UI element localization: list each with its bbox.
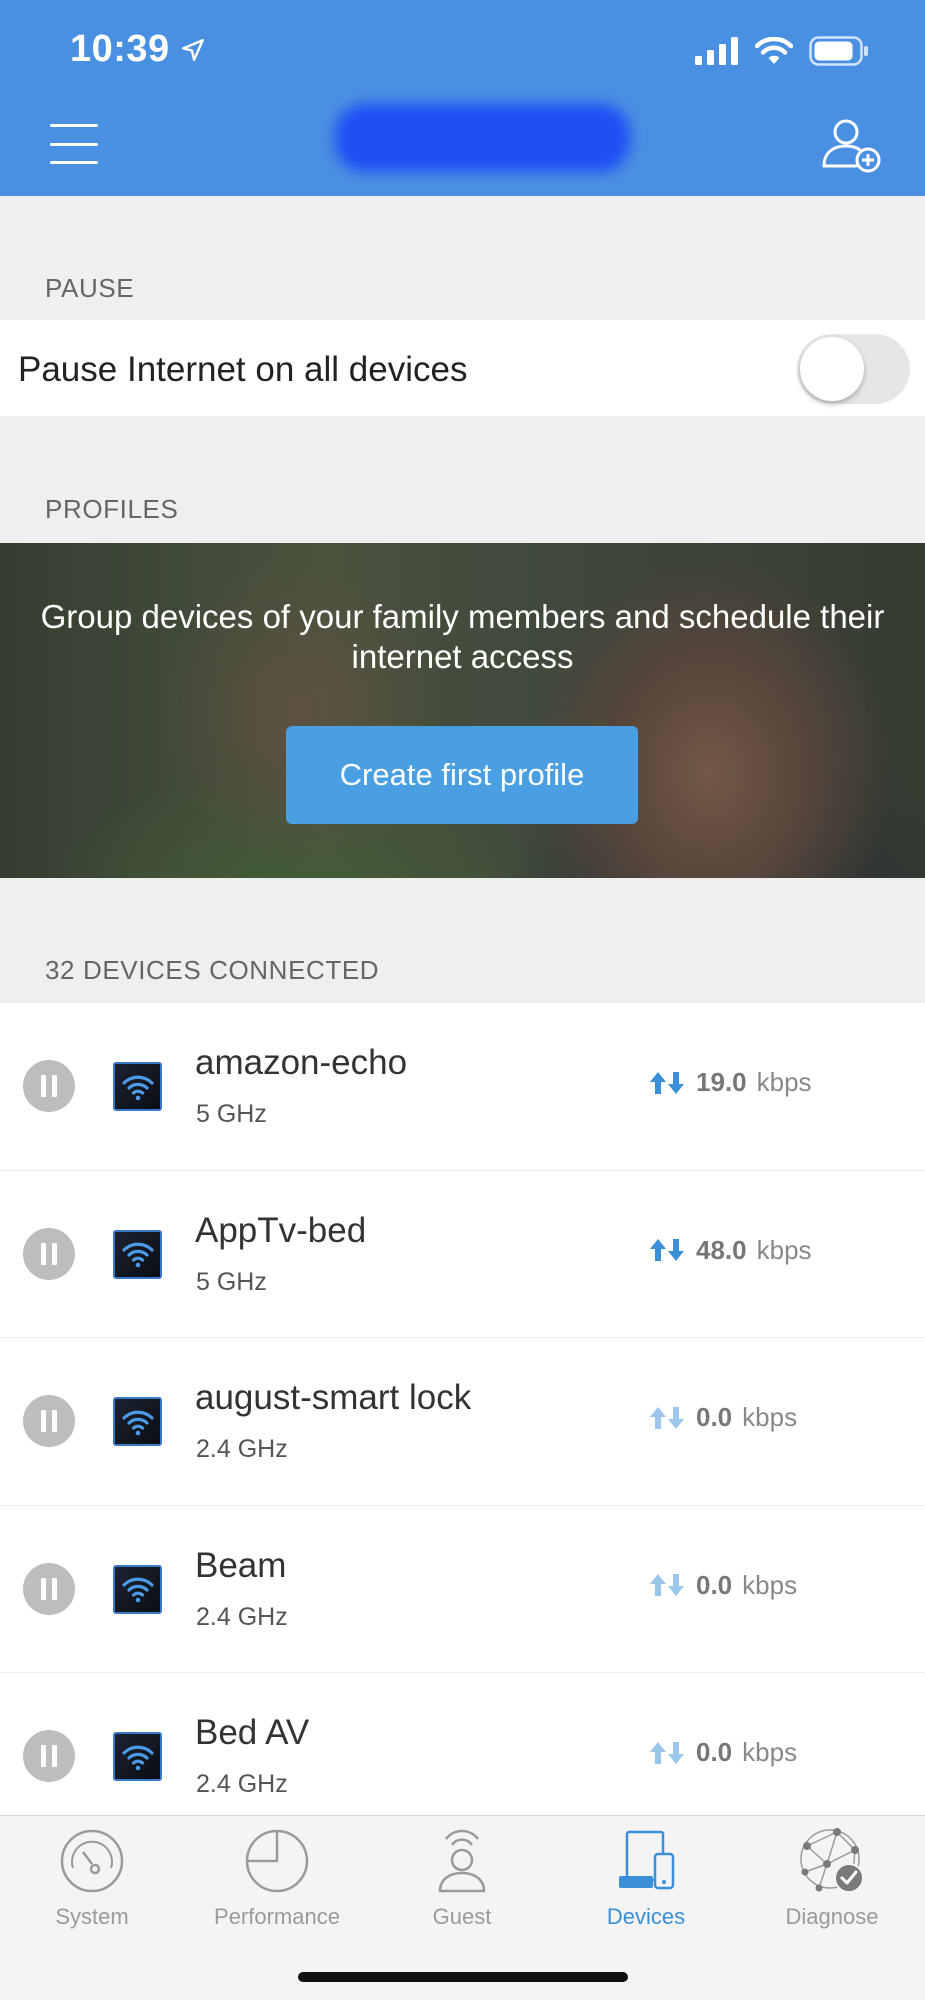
device-row[interactable]: august-smart lock 2.4 GHz 0.0 kbps	[0, 1338, 925, 1506]
tab-guest-label: Guest	[432, 1904, 492, 1929]
device-band: 2.4 GHz	[196, 1770, 288, 1798]
device-row[interactable]: amazon-echo 5 GHz 19.0 kbps	[0, 1003, 925, 1171]
wifi-device-icon	[113, 1732, 162, 1781]
tab-diagnose[interactable]: Diagnose	[772, 1816, 892, 1936]
tab-performance[interactable]: Performance	[202, 1816, 352, 1936]
devices-icon	[619, 1830, 675, 1890]
tab-devices[interactable]: Devices	[596, 1816, 696, 1936]
speed-value: 19.0	[696, 1067, 747, 1097]
tab-system-label: System	[55, 1904, 129, 1929]
up-down-arrows-icon	[650, 1239, 684, 1261]
location-arrow-icon	[181, 38, 204, 61]
hamburger-menu-icon[interactable]	[50, 124, 98, 164]
device-name: Bed AV	[195, 1713, 310, 1752]
speedometer-icon	[60, 1829, 124, 1893]
tab-performance-label: Performance	[214, 1904, 340, 1929]
home-indicator	[298, 1972, 628, 1982]
cellular-signal-icon	[695, 37, 738, 65]
tab-devices-label: Devices	[606, 1904, 686, 1929]
device-list: amazon-echo 5 GHz 19.0 kbps AppTv-bed 5 …	[0, 1003, 925, 1815]
device-band: 2.4 GHz	[196, 1435, 288, 1463]
device-speed: 0.0 kbps	[648, 1402, 797, 1433]
device-pause-button[interactable]	[23, 1562, 75, 1615]
devices-section-header: 32 DEVICES CONNECTED	[45, 955, 380, 985]
device-name: Beam	[195, 1545, 287, 1585]
status-bar-time: 10:39	[70, 28, 206, 71]
device-name: august-smart lock	[195, 1378, 472, 1417]
tab-diagnose-label: Diagnose	[785, 1904, 879, 1929]
device-pause-button[interactable]	[23, 1395, 75, 1447]
up-down-arrows-icon	[650, 1574, 684, 1596]
device-row[interactable]: Beam 2.4 GHz 0.0 kbps	[0, 1506, 925, 1673]
device-band: 5 GHz	[196, 1100, 267, 1128]
status-bar-indicators	[695, 36, 869, 66]
wifi-device-icon	[113, 1397, 162, 1446]
profiles-section-header: PROFILES	[45, 494, 179, 524]
create-first-profile-button[interactable]: Create first profile	[286, 726, 638, 824]
pause-all-toggle[interactable]	[797, 334, 910, 404]
clock-text: 10:39	[70, 28, 170, 70]
up-down-arrows-icon	[650, 1741, 684, 1764]
device-speed: 0.0 kbps	[648, 1570, 797, 1601]
up-down-arrows-icon	[650, 1406, 684, 1429]
device-row[interactable]: Bed AV 2.4 GHz 0.0 kbps	[0, 1673, 925, 1815]
device-pause-button[interactable]	[23, 1730, 75, 1782]
redacted-network-title	[335, 104, 630, 172]
wifi-device-icon	[113, 1062, 162, 1111]
wifi-status-icon	[755, 37, 793, 64]
device-pause-button[interactable]	[23, 1060, 75, 1112]
device-speed: 48.0 kbps	[648, 1235, 812, 1266]
device-name: amazon-echo	[195, 1043, 408, 1082]
speed-unit: kbps	[742, 1402, 798, 1432]
speed-value: 48.0	[696, 1234, 747, 1265]
pie-chart-icon	[245, 1829, 309, 1893]
up-down-arrows-icon	[650, 1071, 684, 1094]
device-band: 5 GHz	[196, 1267, 267, 1296]
pause-all-label: Pause Internet on all devices	[18, 350, 468, 389]
speed-unit: kbps	[742, 1569, 798, 1600]
device-name: AppTv-bed	[195, 1210, 367, 1250]
add-user-icon[interactable]	[820, 116, 884, 176]
speed-value: 0.0	[696, 1402, 733, 1432]
app-header: 10:39	[0, 0, 925, 196]
pause-section-header: PAUSE	[45, 273, 135, 303]
wifi-device-icon	[113, 1229, 162, 1279]
pause-all-row: Pause Internet on all devices	[0, 320, 925, 416]
network-check-icon	[800, 1828, 864, 1893]
toggle-knob	[800, 337, 864, 401]
speed-value: 0.0	[696, 1569, 733, 1600]
tab-system[interactable]: System	[42, 1816, 142, 1936]
device-speed: 0.0 kbps	[648, 1737, 797, 1768]
battery-icon	[809, 36, 868, 66]
guest-user-icon	[438, 1829, 486, 1893]
speed-value: 0.0	[696, 1737, 733, 1767]
device-row[interactable]: AppTv-bed 5 GHz 48.0 kbps	[0, 1171, 925, 1338]
device-pause-button[interactable]	[23, 1227, 75, 1280]
wifi-device-icon	[113, 1564, 162, 1614]
profiles-banner-text: Group devices of your family members and…	[40, 598, 885, 675]
tab-guest[interactable]: Guest	[412, 1816, 512, 1936]
speed-unit: kbps	[756, 1067, 812, 1097]
device-band: 2.4 GHz	[196, 1602, 288, 1631]
speed-unit: kbps	[742, 1737, 798, 1767]
speed-unit: kbps	[756, 1234, 812, 1265]
device-speed: 19.0 kbps	[648, 1067, 812, 1098]
profiles-banner: Group devices of your family members and…	[0, 543, 925, 878]
